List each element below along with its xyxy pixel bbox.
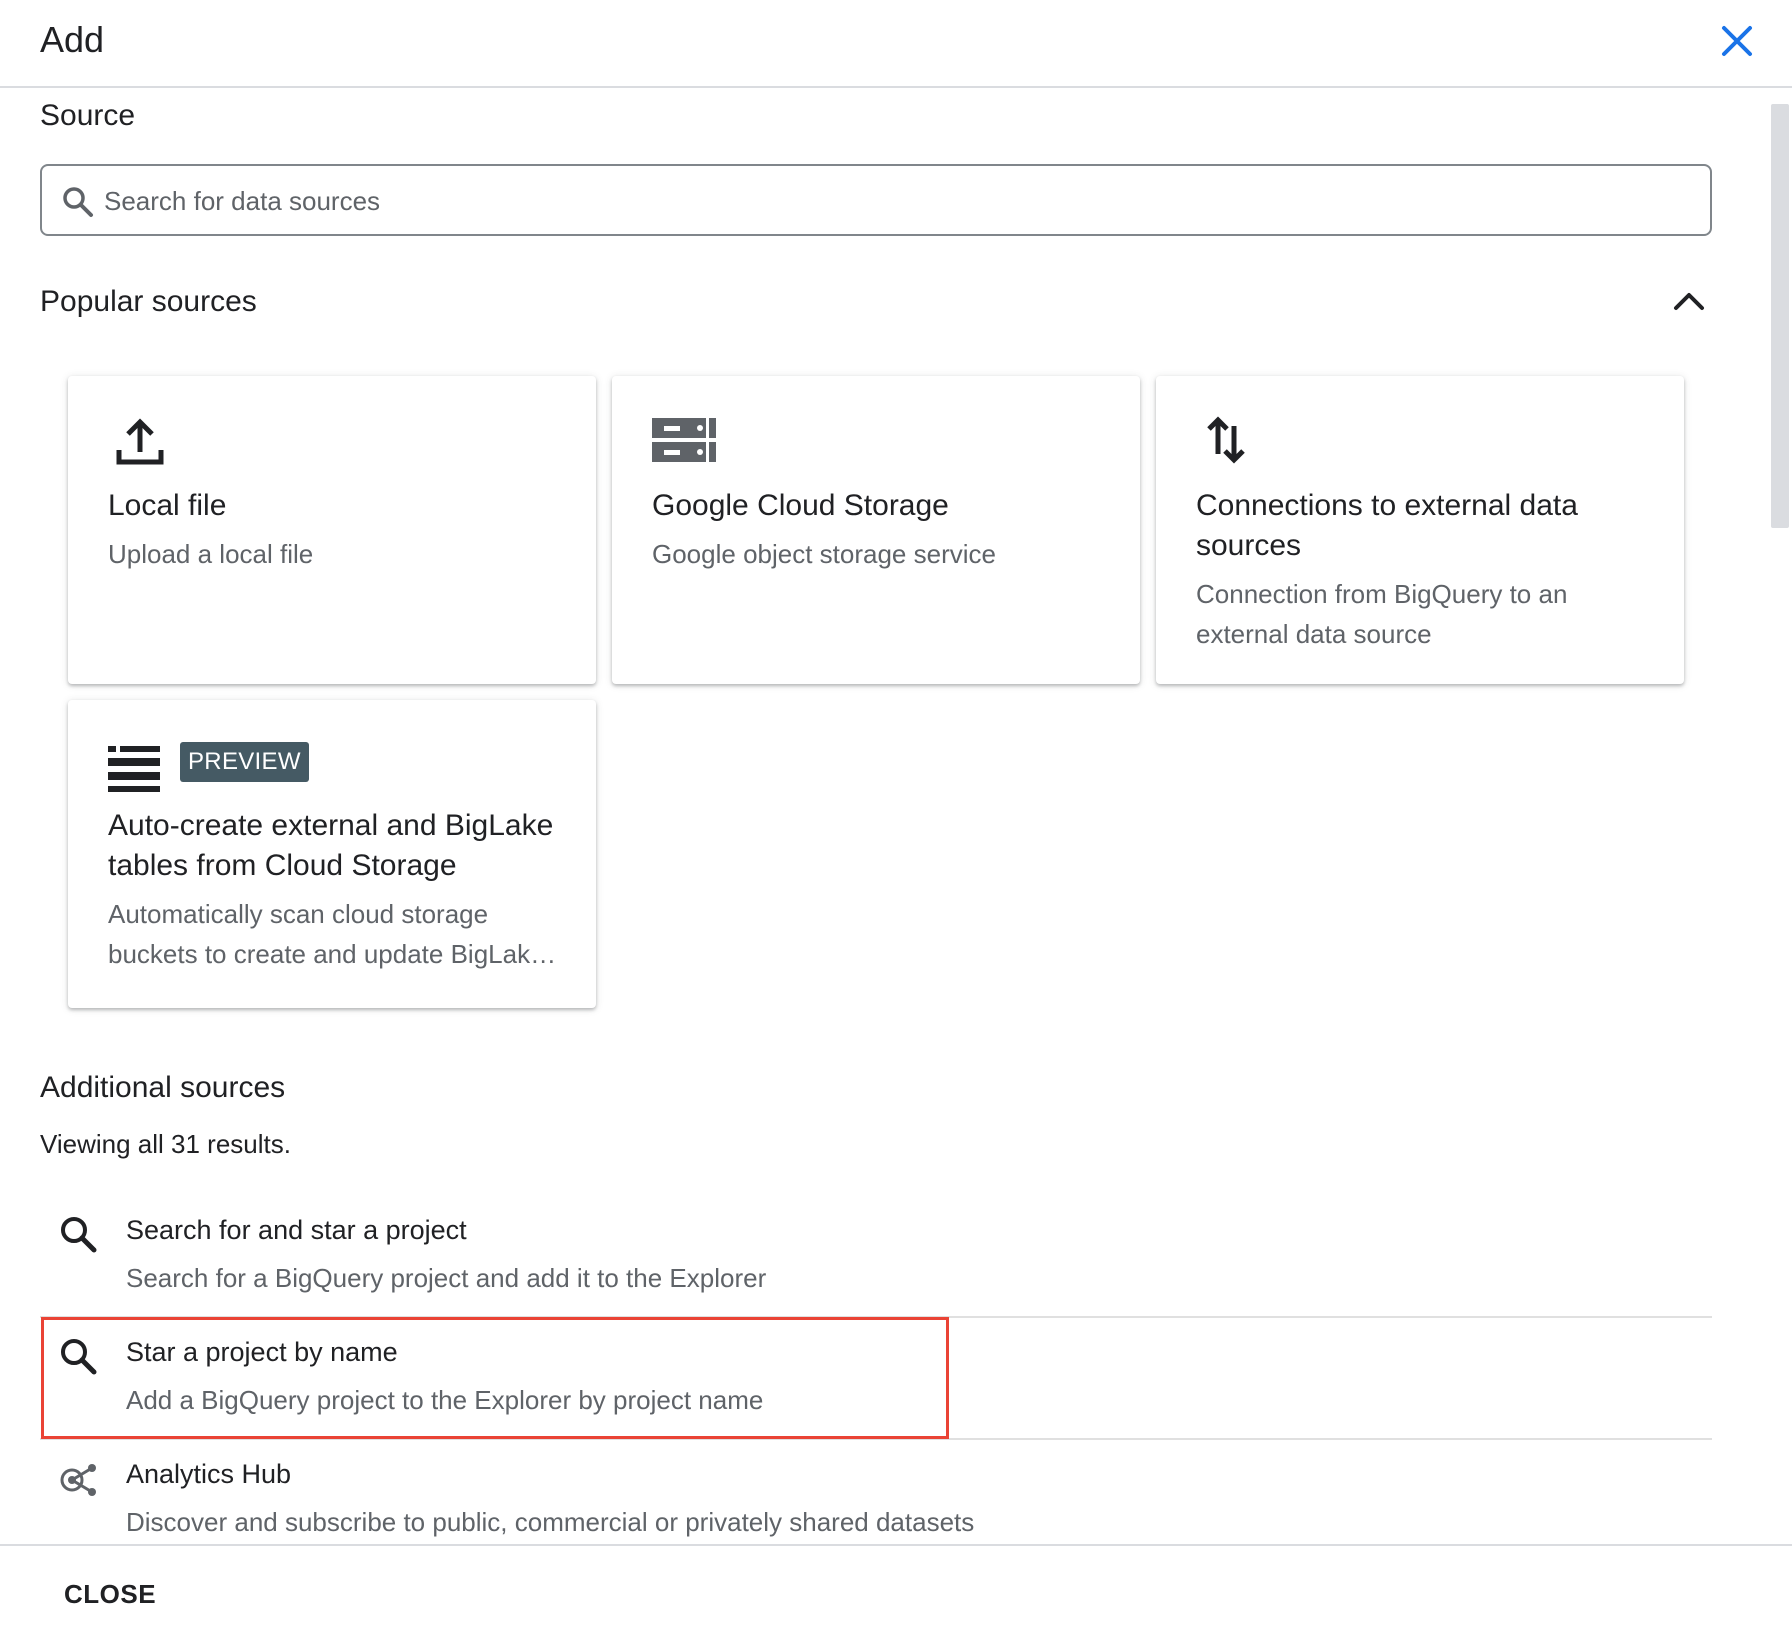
upload-icon [116, 418, 164, 465]
card-title: Local file [108, 489, 227, 522]
list-item-title: Star a project by name [126, 1337, 398, 1367]
close-button[interactable]: CLOSE [44, 1566, 176, 1622]
search-input[interactable] [102, 176, 1686, 226]
analytics-hub-icon [60, 1464, 96, 1496]
card-description: Upload a local file [108, 539, 314, 569]
results-count: Viewing all 31 results. [40, 1129, 291, 1159]
scrollbar-thumb[interactable] [1771, 104, 1789, 528]
card-title: Auto-create external and BigLake tables … [108, 809, 554, 882]
list-item-description: Discover and subscribe to public, commer… [126, 1507, 975, 1537]
card-description: Google object storage service [652, 539, 996, 569]
source-card-auto-create-biglake[interactable]: PREVIEW Auto-create external and BigLake… [68, 700, 596, 1008]
list-item-description: Add a BigQuery project to the Explorer b… [126, 1385, 764, 1415]
dialog-title: Add [40, 19, 105, 60]
card-title: Google Cloud Storage [652, 489, 949, 522]
source-card-local-file[interactable]: Local file Upload a local file [68, 376, 596, 684]
source-heading: Source [40, 99, 136, 132]
list-item-description: Search for a BigQuery project and add it… [126, 1263, 767, 1293]
list-item-star-project-by-name[interactable]: Star a project by name Add a BigQuery pr… [40, 1312, 1712, 1434]
swap-vert-icon [1207, 416, 1245, 464]
table-list-icon [108, 746, 160, 792]
dialog-footer: CLOSE [0, 1544, 1792, 1640]
preview-badge: PREVIEW [180, 742, 309, 782]
list-item-search-star-project[interactable]: Search for and star a project Search for… [40, 1190, 1712, 1312]
card-title: Connections to external data sources [1196, 489, 1578, 562]
card-description: Connection from BigQuery to an external … [1196, 579, 1568, 649]
search-icon [61, 1339, 97, 1375]
list-item-title: Analytics Hub [126, 1459, 292, 1489]
list-item-title: Search for and star a project [126, 1215, 467, 1245]
card-description: Automatically scan cloud storage buckets… [108, 899, 545, 969]
source-card-google-cloud-storage[interactable]: Google Cloud Storage Google object stora… [612, 376, 1140, 684]
search-icon [61, 1217, 97, 1253]
popular-sources-heading: Popular sources [40, 285, 257, 318]
close-icon[interactable] [1712, 16, 1762, 66]
additional-sources-heading: Additional sources [40, 1071, 286, 1104]
dialog-header: Add [0, 0, 1792, 88]
source-card-external-connections[interactable]: Connections to external data sources Con… [1156, 376, 1684, 684]
list-item-analytics-hub[interactable]: Analytics Hub Discover and subscribe to … [40, 1434, 1712, 1556]
search-icon [63, 187, 93, 217]
storage-icon [652, 418, 716, 462]
chevron-up-icon[interactable] [1668, 280, 1710, 322]
source-search[interactable] [40, 164, 1712, 236]
